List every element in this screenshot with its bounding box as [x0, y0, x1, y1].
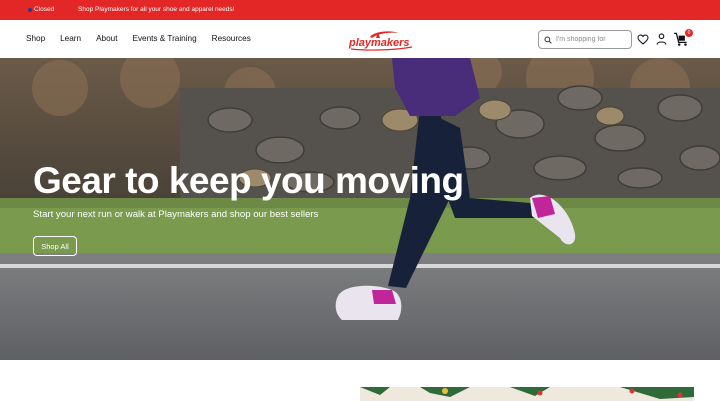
search-box[interactable]	[538, 30, 632, 49]
nav-link-resources[interactable]: Resources	[212, 34, 251, 43]
search-icon[interactable]	[544, 31, 552, 49]
promo-text[interactable]: Shop Playmakers for all your shoe and ap…	[78, 6, 234, 13]
hero-headline: Gear to keep you moving	[33, 160, 464, 201]
nav-link-learn[interactable]: Learn	[60, 34, 81, 43]
hero-subtext: Start your next run or walk at Playmaker…	[33, 209, 319, 220]
account-icon[interactable]	[654, 32, 668, 46]
hero-banner: Gear to keep you moving Start your next …	[0, 58, 720, 360]
heart-icon[interactable]	[636, 32, 650, 46]
announcement-bar: Closed Shop Playmakers for all your shoe…	[0, 0, 720, 20]
playmakers-logo[interactable]: playmakers	[348, 29, 416, 51]
store-status: Closed	[34, 6, 55, 13]
cart-count-badge: 0	[685, 29, 693, 37]
search-input[interactable]	[556, 36, 630, 43]
main-nav: Shop Learn About Events & Training Resou…	[26, 34, 266, 43]
shop-all-button[interactable]: Shop All	[33, 236, 77, 256]
main-header: Shop Learn About Events & Training Resou…	[0, 20, 720, 58]
nav-link-events-training[interactable]: Events & Training	[132, 34, 196, 43]
nav-link-about[interactable]: About	[96, 34, 117, 43]
logo-wordmark: playmakers	[348, 37, 410, 49]
nav-link-shop[interactable]: Shop	[26, 34, 45, 43]
holiday-promo-image[interactable]	[360, 387, 694, 401]
status-dot-icon	[28, 8, 32, 12]
